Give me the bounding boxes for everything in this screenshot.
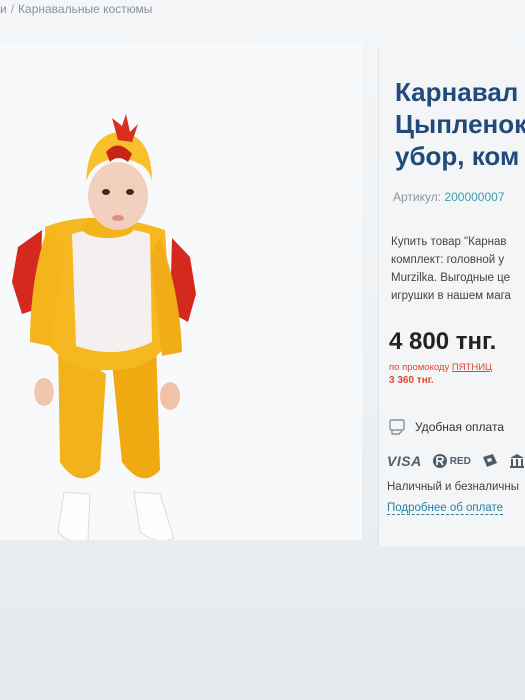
- promo-prefix: по промокоду: [389, 362, 450, 373]
- breadcrumb-separator: /: [10, 2, 15, 16]
- red-label: RED: [449, 455, 471, 467]
- product-sku: Артикул: 200000007: [393, 190, 505, 204]
- red-card-icon: RED: [432, 453, 471, 469]
- convenient-payment-label: Удобная оплата: [415, 420, 504, 434]
- sku-label: Артикул:: [393, 190, 442, 204]
- cash-icon: [482, 454, 497, 467]
- product-gallery[interactable]: [0, 42, 362, 540]
- promo-code[interactable]: ПЯТНИЦ: [452, 362, 492, 373]
- sku-value: 200000007: [444, 190, 505, 204]
- description-line: игрушки в нашем мага: [391, 290, 511, 302]
- description-line: комплект: головной у: [391, 254, 505, 266]
- product-title-line: Карнавал: [395, 77, 519, 107]
- breadcrumb: и / Карнавальные костюмы: [0, 2, 152, 16]
- product-description: Купить товар "Карнав комплект: головной …: [391, 233, 525, 305]
- description-line: Купить товар "Карнав: [391, 236, 507, 248]
- promo-price: 3 360 тнг.: [389, 375, 434, 386]
- product-price: 4 800 тнг.: [389, 328, 497, 355]
- payment-methods-text: Наличный и безналичны: [387, 481, 520, 493]
- product-title-line: убор, ком: [395, 141, 520, 171]
- product-title: Карнавал Цыпленок убор, ком: [395, 76, 525, 172]
- breadcrumb-prev-link[interactable]: и: [0, 2, 7, 16]
- visa-icon: VISA: [387, 453, 422, 469]
- red-logo-icon: [432, 454, 447, 468]
- product-page: и / Карнавальные костюмы Карнавал Цыплен…: [0, 0, 525, 700]
- payment-icons: VISA RED: [387, 452, 525, 470]
- product-title-line: Цыпленок: [395, 109, 525, 139]
- card-hand-icon: [389, 419, 405, 435]
- product-photo[interactable]: [0, 42, 362, 540]
- payment-details-link[interactable]: Подробнее об оплате: [387, 502, 504, 515]
- promo-line: по промокоду ПЯТНИЦ: [389, 362, 492, 374]
- bank-icon: [509, 454, 524, 468]
- description-line: Murzilka. Выгодные це: [391, 272, 510, 284]
- breadcrumb-current-link[interactable]: Карнавальные костюмы: [18, 2, 152, 16]
- convenient-payment: Удобная оплата: [387, 417, 504, 437]
